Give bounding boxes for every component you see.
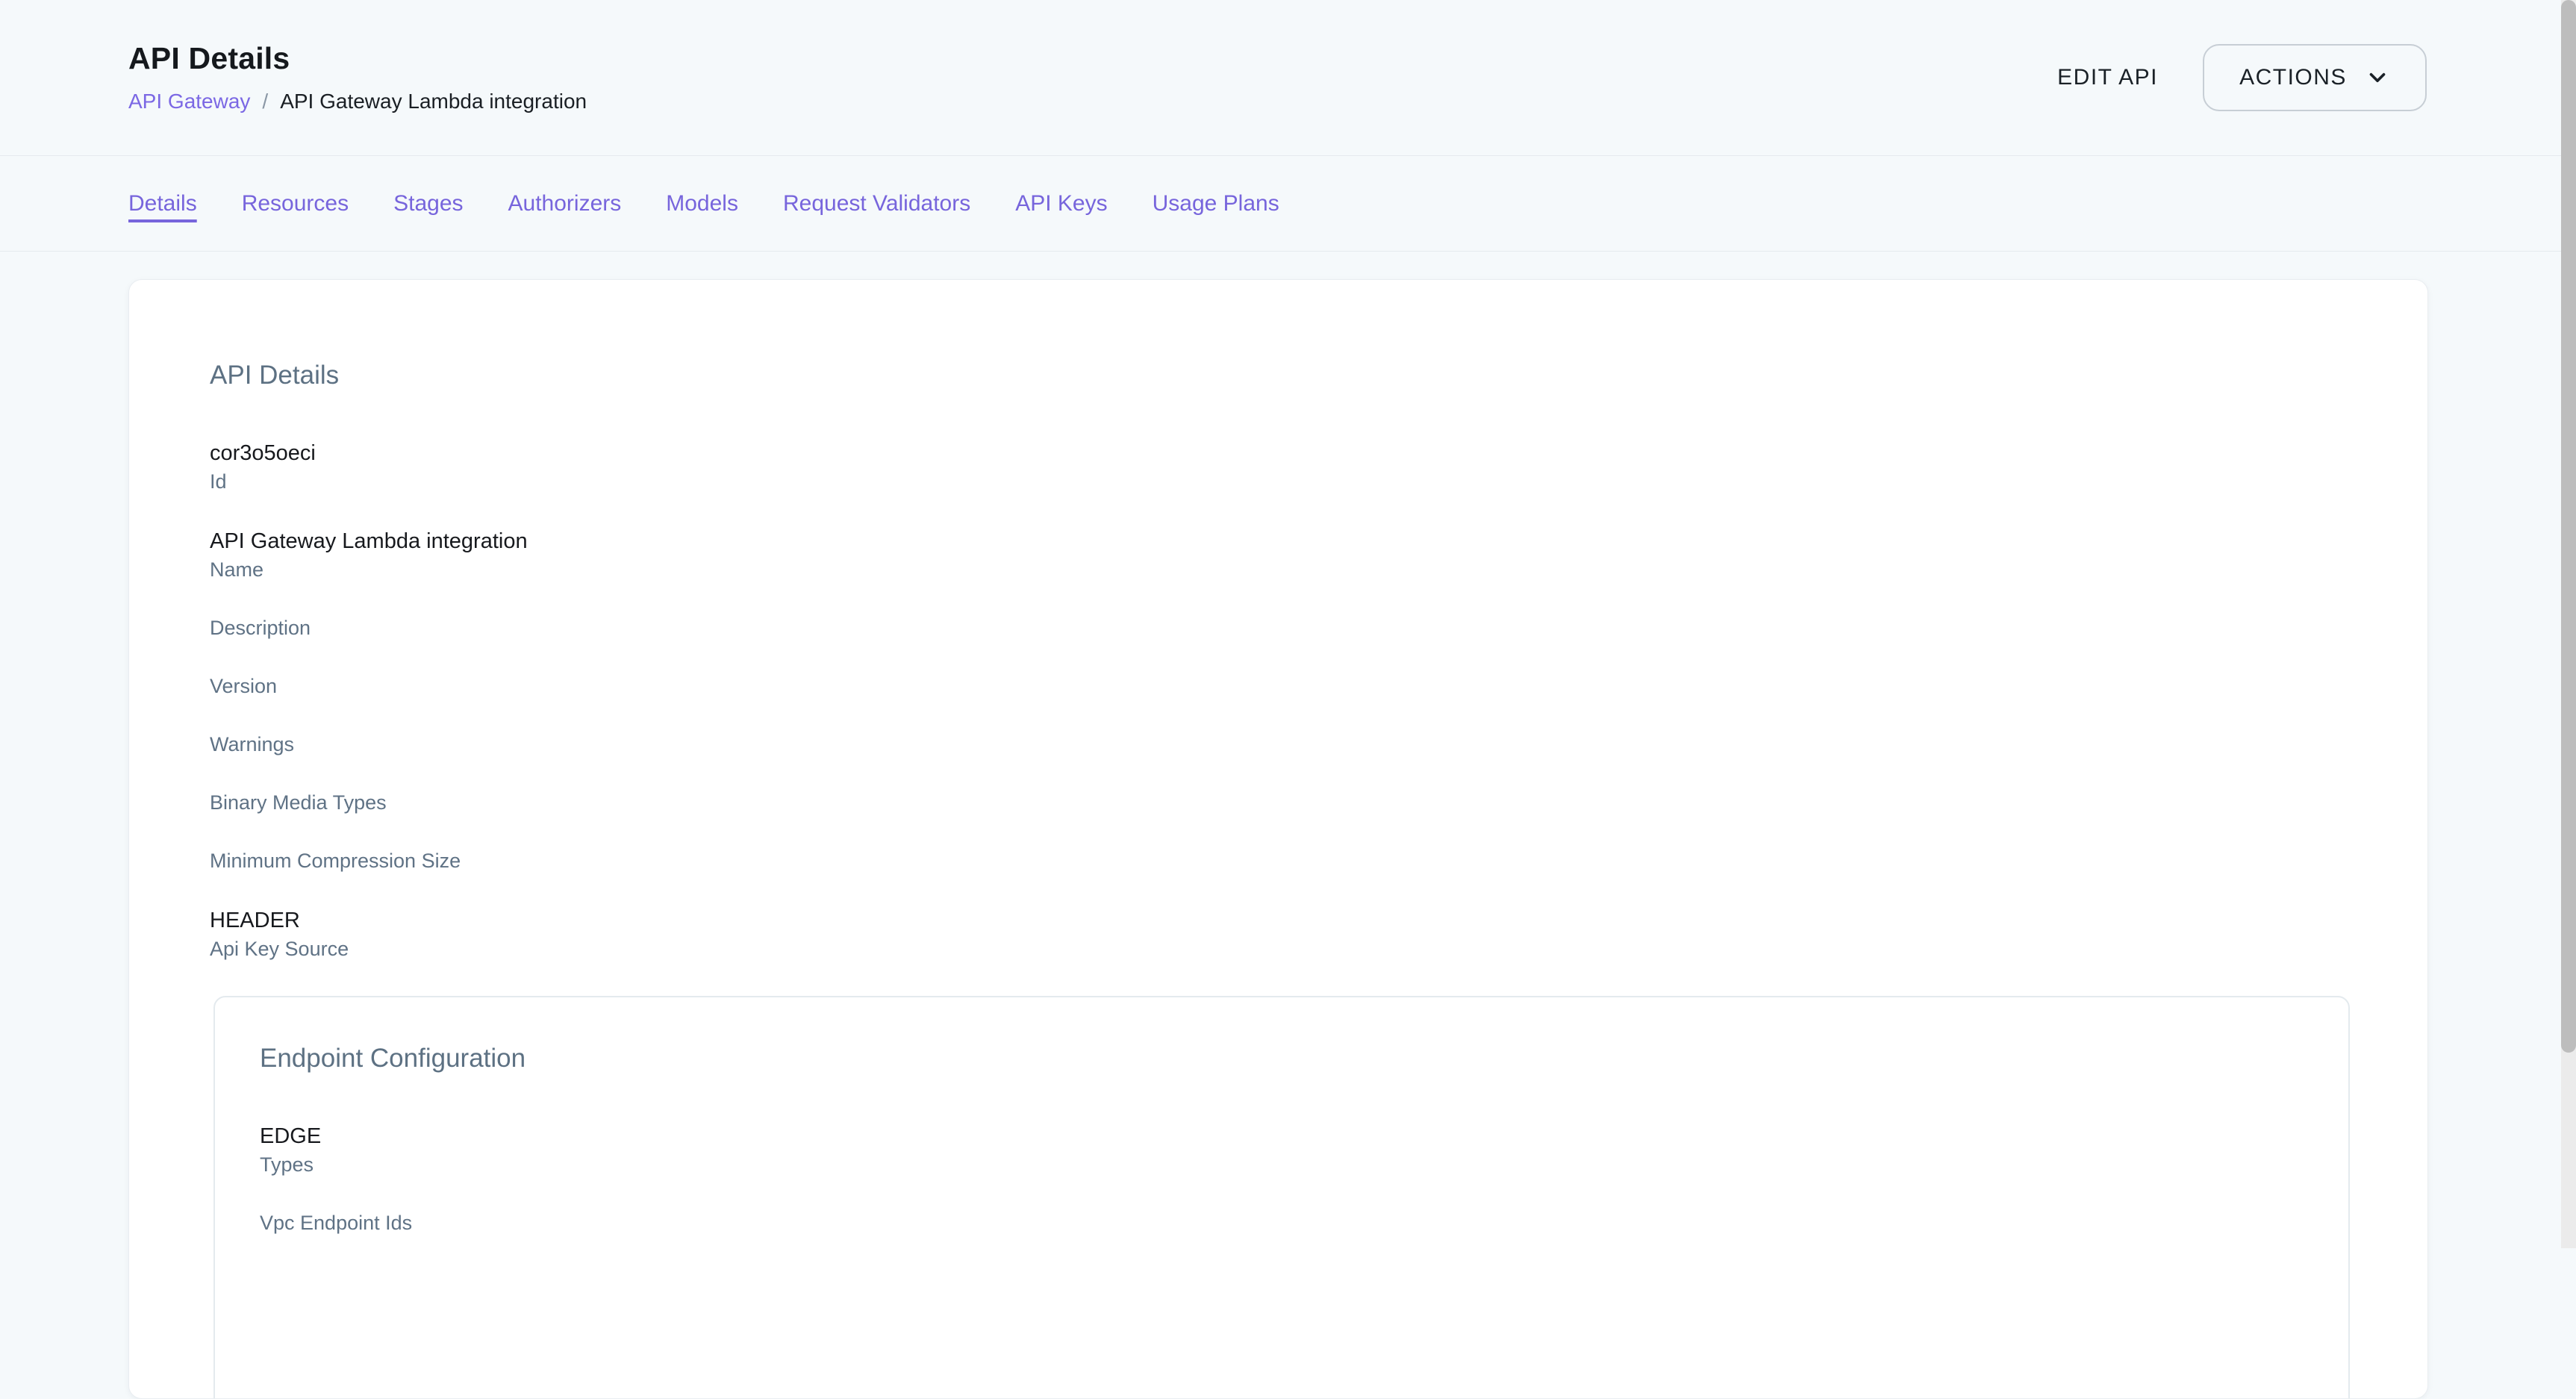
tab-resources[interactable]: Resources	[242, 190, 349, 217]
page-header: API Details API Gateway / API Gateway La…	[0, 0, 2576, 156]
field-minimum-compression-size-label: Minimum Compression Size	[210, 850, 2427, 873]
actions-button-label: ACTIONS	[2239, 65, 2347, 90]
main-content: API Details cor3o5oeci Id API Gateway La…	[0, 252, 2576, 1399]
field-types-value: EDGE	[260, 1124, 2348, 1149]
tab-stages[interactable]: Stages	[393, 190, 463, 217]
field-api-key-source-label: Api Key Source	[210, 938, 2427, 961]
tab-usage-plans[interactable]: Usage Plans	[1153, 190, 1279, 217]
tab-models[interactable]: Models	[666, 190, 738, 217]
scrollbar-track[interactable]	[2561, 0, 2576, 1248]
endpoint-configuration-card: Endpoint Configuration EDGE Types Vpc En…	[213, 996, 2350, 1399]
field-binary-media-types-label: Binary Media Types	[210, 791, 2427, 814]
field-vpc-endpoint-ids: Vpc Endpoint Ids	[260, 1212, 2348, 1235]
field-api-key-source-value: HEADER	[210, 908, 2427, 933]
page-title: API Details	[128, 42, 587, 75]
field-description: Description	[210, 617, 2427, 640]
field-name-label: Name	[210, 558, 2427, 582]
field-version-label: Version	[210, 675, 2427, 698]
field-id-label: Id	[210, 470, 2427, 493]
field-types-label: Types	[260, 1153, 2348, 1177]
header-actions: EDIT API ACTIONS	[2057, 44, 2427, 111]
field-warnings-label: Warnings	[210, 733, 2427, 756]
field-minimum-compression-size: Minimum Compression Size	[210, 850, 2427, 873]
endpoint-configuration-heading: Endpoint Configuration	[260, 1045, 2348, 1071]
api-details-card: API Details cor3o5oeci Id API Gateway La…	[128, 279, 2428, 1399]
field-binary-media-types: Binary Media Types	[210, 791, 2427, 814]
tab-authorizers[interactable]: Authorizers	[508, 190, 622, 217]
breadcrumb-link-api-gateway[interactable]: API Gateway	[128, 89, 250, 114]
scrollbar-thumb[interactable]	[2561, 0, 2576, 1053]
field-description-label: Description	[210, 617, 2427, 640]
field-warnings: Warnings	[210, 733, 2427, 756]
breadcrumb-current: API Gateway Lambda integration	[280, 89, 587, 114]
field-types: EDGE Types	[260, 1124, 2348, 1177]
edit-api-button[interactable]: EDIT API	[2057, 65, 2158, 90]
card-heading: API Details	[210, 362, 2427, 388]
breadcrumb: API Gateway / API Gateway Lambda integra…	[128, 89, 587, 114]
header-title-block: API Details API Gateway / API Gateway La…	[128, 42, 587, 114]
tab-bar: Details Resources Stages Authorizers Mod…	[0, 156, 2576, 252]
tab-request-validators[interactable]: Request Validators	[783, 190, 970, 217]
field-id: cor3o5oeci Id	[210, 440, 2427, 493]
breadcrumb-separator: /	[262, 89, 268, 114]
field-name: API Gateway Lambda integration Name	[210, 529, 2427, 582]
field-api-key-source: HEADER Api Key Source	[210, 908, 2427, 961]
tab-api-keys[interactable]: API Keys	[1015, 190, 1107, 217]
tab-details[interactable]: Details	[128, 190, 197, 217]
field-id-value: cor3o5oeci	[210, 440, 2427, 466]
field-version: Version	[210, 675, 2427, 698]
field-vpc-endpoint-ids-label: Vpc Endpoint Ids	[260, 1212, 2348, 1235]
chevron-down-icon	[2365, 65, 2390, 90]
actions-button[interactable]: ACTIONS	[2203, 44, 2427, 111]
field-name-value: API Gateway Lambda integration	[210, 529, 2427, 554]
